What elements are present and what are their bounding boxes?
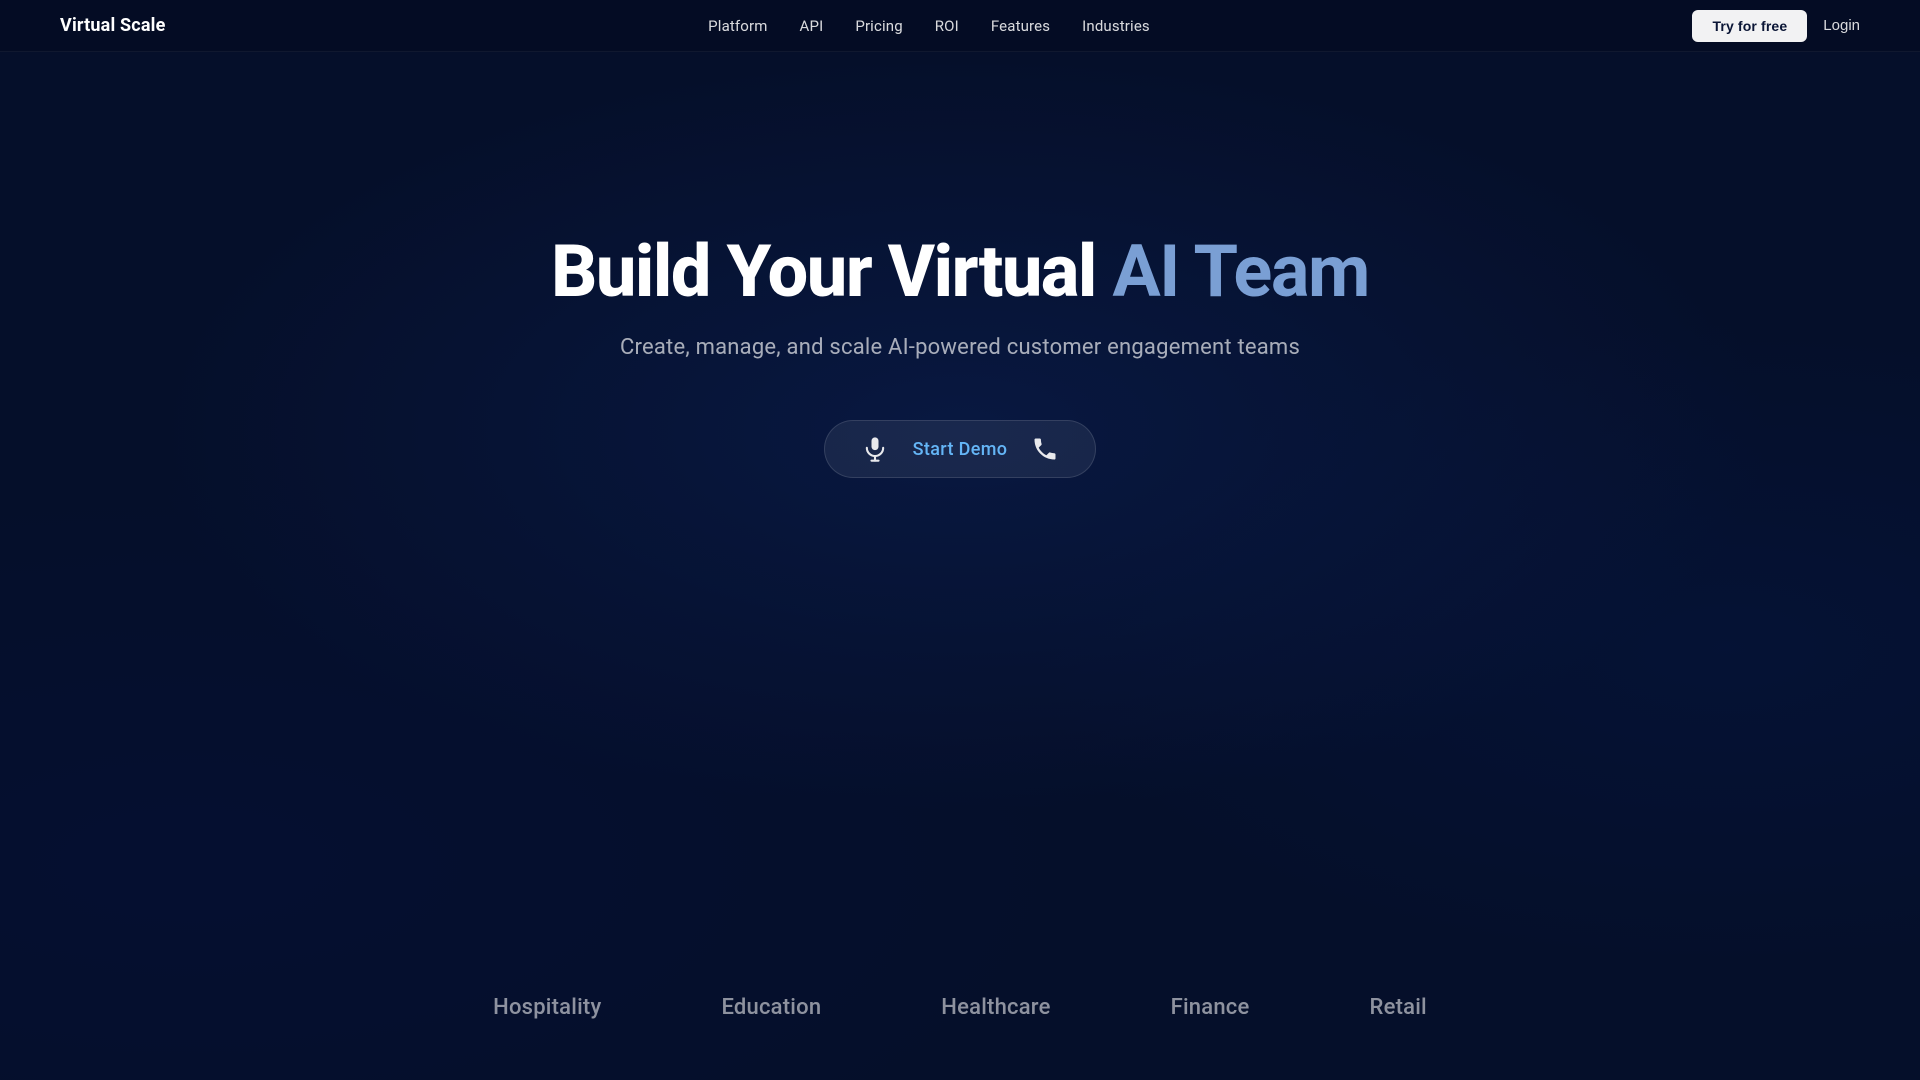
try-for-free-button[interactable]: Try for free [1692, 10, 1807, 42]
navbar: Virtual Scale Platform API Pricing ROI Featu… [0, 0, 1920, 52]
login-button[interactable]: Login [1823, 17, 1860, 34]
nav-link-pricing[interactable]: Pricing [855, 17, 902, 35]
hero-title: Build Your Virtual AI Team [551, 232, 1369, 311]
demo-container: Start Demo [824, 420, 1097, 478]
industry-item-hospitality[interactable]: Hospitality [493, 995, 601, 1020]
nav-link-industries[interactable]: Industries [1082, 17, 1150, 35]
industry-item-education[interactable]: Education [721, 995, 821, 1020]
phone-icon [1031, 435, 1059, 463]
nav-links: Platform API Pricing ROI Features Industries [708, 16, 1150, 35]
microphone-icon [861, 435, 889, 463]
industry-item-healthcare[interactable]: Healthcare [941, 995, 1050, 1020]
nav-link-api[interactable]: API [800, 17, 824, 35]
hero-title-part1: Build Your Virtual [551, 229, 1112, 314]
nav-link-features[interactable]: Features [991, 17, 1050, 35]
industry-item-retail[interactable]: Retail [1370, 995, 1427, 1020]
demo-label: Start Demo [913, 439, 1008, 460]
industries-section: Hospitality Education Healthcare Finance Ret… [0, 995, 1920, 1020]
start-demo-button[interactable]: Start Demo [824, 420, 1097, 478]
nav-link-platform[interactable]: Platform [708, 17, 767, 35]
hero-subtitle: Create, manage, and scale AI-powered cus… [620, 335, 1300, 360]
hero-title-highlight: AI Team [1112, 229, 1369, 314]
industry-item-finance[interactable]: Finance [1171, 995, 1250, 1020]
nav-link-roi[interactable]: ROI [935, 17, 959, 35]
nav-logo: Virtual Scale [60, 15, 166, 36]
hero-section: Build Your Virtual AI Team Create, manag… [0, 52, 1920, 478]
nav-actions: Try for free Login [1692, 10, 1860, 42]
